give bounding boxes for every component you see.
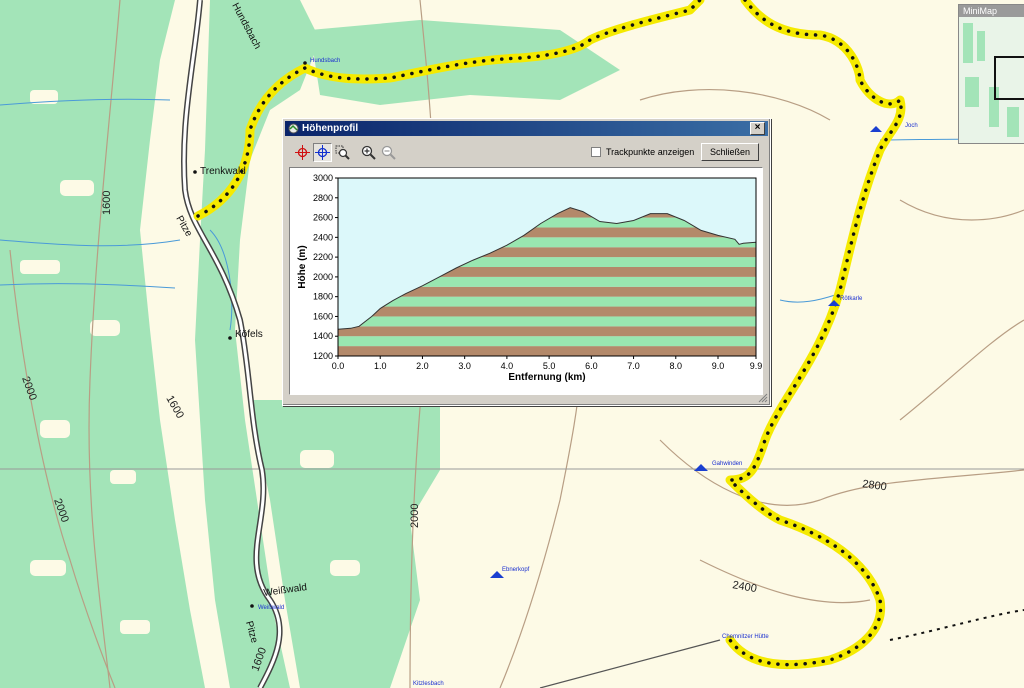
zoom-in-button[interactable]: [359, 143, 378, 162]
zoom-area-tool-button[interactable]: [333, 143, 352, 162]
y-tick-label: 2800: [313, 193, 333, 203]
poi-label: Joch: [905, 123, 918, 129]
elevation-band: [338, 296, 756, 307]
place-label: Köfels: [235, 329, 263, 340]
zoom-in-icon: [361, 145, 376, 160]
app-icon: [288, 123, 299, 134]
resize-grip[interactable]: [758, 393, 768, 403]
elevation-profile-dialog: Höhenprofil × Trackpunkte anzeigen Schli…: [282, 118, 771, 406]
trackpoints-label: Trackpunkte anzeigen: [606, 147, 695, 157]
x-tick-label: 8.0: [670, 361, 683, 371]
place-label: Trenkwald: [200, 166, 246, 177]
y-tick-label: 1400: [313, 331, 333, 341]
y-tick-label: 1800: [313, 292, 333, 302]
zoom-out-button[interactable]: [379, 143, 398, 162]
zoom-out-icon: [381, 145, 396, 160]
elevation-chart[interactable]: 1200 1400 1600 1800 2000 2200 2400 2600 2800 3000…: [289, 167, 763, 395]
x-tick-label: 9.0: [712, 361, 725, 371]
poi-label: Hundsbach: [310, 58, 340, 64]
poi-label: Gahwinden: [712, 461, 742, 467]
elevation-band: [338, 326, 756, 337]
close-button[interactable]: Schließen: [701, 143, 759, 161]
crosshair-blue-icon: [315, 145, 330, 160]
x-tick-label: 6.0: [585, 361, 598, 371]
zoom-area-icon: [335, 145, 350, 160]
minimap-title: MiniMap: [959, 5, 1024, 17]
dialog-title: Höhenprofil: [302, 123, 359, 134]
x-tick-label: 9.9: [750, 361, 762, 371]
x-tick-label: 0.0: [332, 361, 345, 371]
elevation-band: [338, 316, 756, 327]
y-tick-label: 3000: [313, 173, 333, 183]
y-tick-label: 1600: [313, 311, 333, 321]
poi-label: Ebnerkopf: [502, 567, 530, 573]
close-icon[interactable]: ×: [750, 122, 765, 135]
y-axis-label: Höhe (m): [297, 245, 308, 288]
x-tick-label: 3.0: [458, 361, 471, 371]
poi-label: Chemnitzer Hütte: [722, 634, 769, 640]
x-axis: 0.0 1.0 2.0 3.0 4.0 5.0 6.0 7.0 8.0 9.0 9.9: [332, 356, 762, 371]
x-tick-label: 2.0: [416, 361, 429, 371]
elevation-band: [338, 336, 756, 347]
minimap-view[interactable]: [959, 17, 1024, 143]
y-axis: 1200 1400 1600 1800 2000 2200 2400 2600 2800 3000: [313, 173, 338, 361]
y-tick-label: 2600: [313, 213, 333, 223]
dialog-titlebar[interactable]: Höhenprofil ×: [285, 121, 768, 136]
crosshair-red-icon: [295, 145, 310, 160]
y-tick-label: 2400: [313, 232, 333, 242]
x-tick-label: 5.0: [543, 361, 556, 371]
x-tick-label: 1.0: [374, 361, 387, 371]
y-tick-label: 2000: [313, 272, 333, 282]
poi-label: Rötkarle: [840, 296, 863, 302]
y-tick-label: 2200: [313, 252, 333, 262]
x-axis-label: Entfernung (km): [508, 372, 585, 383]
elevation-band: [338, 306, 756, 317]
trackpoints-checkbox[interactable]: [591, 147, 601, 157]
poi-label: Weißwald: [258, 605, 284, 611]
select-point-tool-button[interactable]: [293, 143, 312, 162]
x-tick-label: 7.0: [627, 361, 640, 371]
minimap[interactable]: MiniMap: [958, 4, 1024, 144]
contour-label: 1600: [101, 191, 113, 215]
contour-label: 2000: [409, 504, 421, 528]
poi-label: Kitzlesbach: [413, 681, 444, 687]
x-tick-label: 4.0: [501, 361, 514, 371]
move-point-tool-button[interactable]: [313, 143, 332, 162]
elevation-band: [338, 346, 756, 356]
elevation-chart-svg: 1200 1400 1600 1800 2000 2200 2400 2600 2800 3000…: [297, 173, 762, 383]
y-tick-label: 1200: [313, 351, 333, 361]
